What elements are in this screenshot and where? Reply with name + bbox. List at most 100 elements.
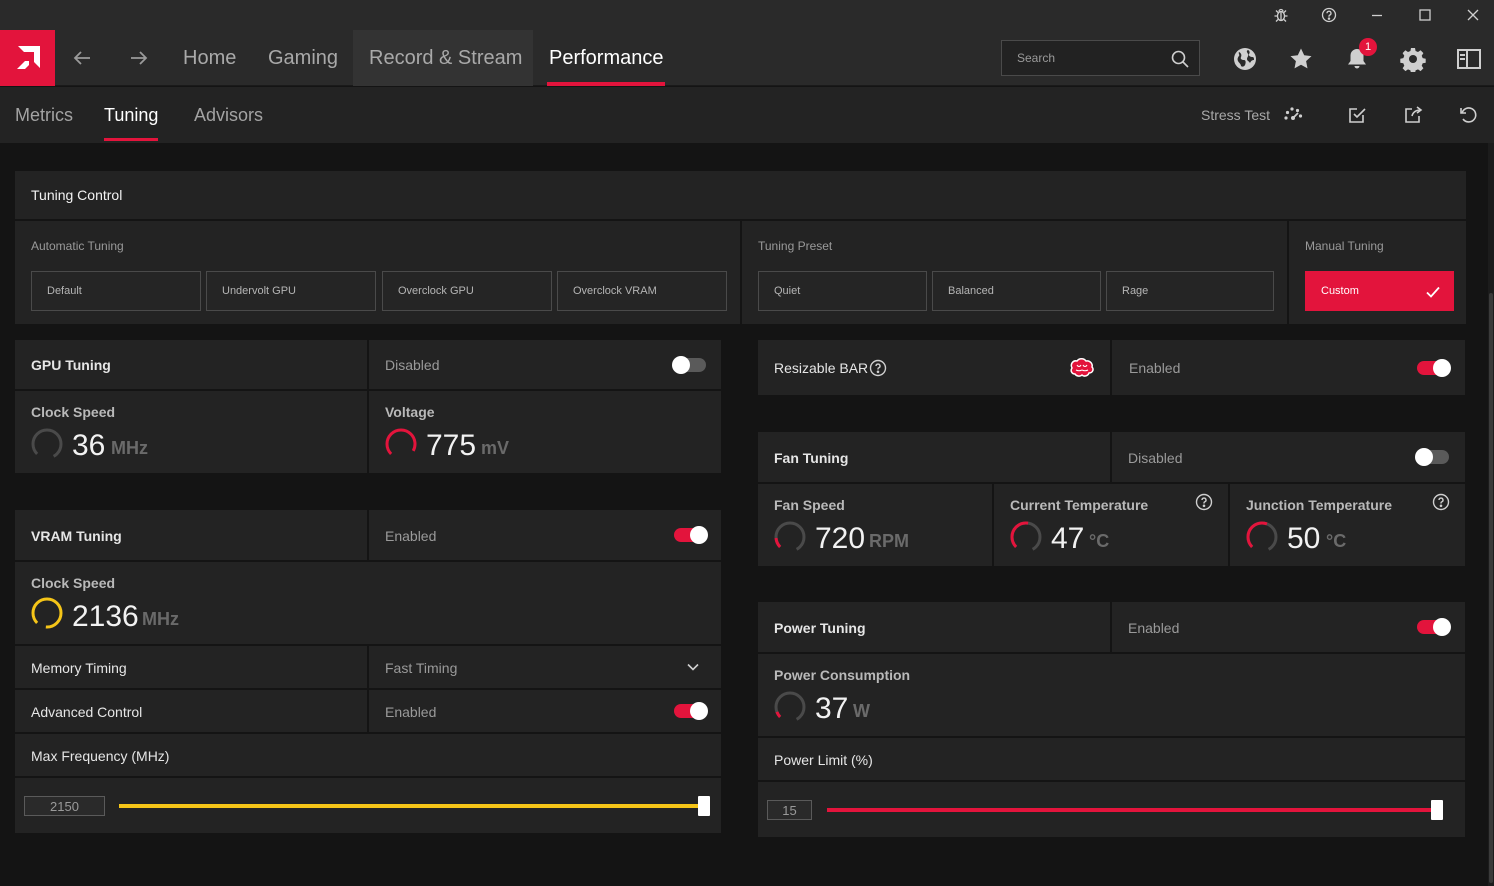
gpu-tuning-title: GPU Tuning (31, 357, 111, 373)
gear-icon[interactable] (1400, 46, 1426, 74)
tab-performance[interactable]: Performance (533, 30, 681, 86)
gpu-voltage-cell: Voltage 775 mV (369, 391, 721, 473)
search-box[interactable] (1001, 40, 1200, 76)
resizable-bar-title: Resizable BAR (774, 360, 869, 376)
custom-button[interactable]: Custom (1305, 271, 1454, 311)
power-tuning-state: Enabled (1128, 620, 1180, 636)
power-limit-header: Power Limit (%) (758, 738, 1465, 780)
subtab-metrics[interactable]: Metrics (15, 87, 73, 143)
vram-tuning-toggle[interactable] (674, 526, 708, 544)
help-icon[interactable] (1195, 493, 1213, 511)
subtab-advisors[interactable]: Advisors (194, 87, 263, 143)
power-limit-slider-thumb[interactable] (1431, 800, 1443, 820)
power-consumption-cell: Power Consumption 37 W (758, 654, 1465, 736)
search-icon[interactable] (1170, 49, 1190, 69)
notification-badge: 1 (1359, 38, 1377, 56)
gpu-tuning-state: Disabled (385, 357, 440, 373)
undervolt-gpu-button[interactable]: Undervolt GPU (206, 271, 376, 311)
max-frequency-slider-thumb[interactable] (698, 796, 710, 816)
reset-icon[interactable] (1457, 104, 1479, 126)
automatic-tuning-label: Automatic Tuning (31, 239, 124, 253)
power-tuning-toggle[interactable] (1417, 618, 1451, 636)
gpu-tuning-toggle[interactable] (672, 356, 706, 374)
forward-arrow-icon[interactable] (127, 46, 151, 70)
vram-tuning-header: VRAM Tuning (15, 510, 367, 560)
tab-home[interactable]: Home (183, 30, 236, 86)
apply-icon[interactable] (1346, 104, 1368, 126)
subtab-tuning-label: Tuning (104, 104, 159, 125)
fan-speed-value: 720 (815, 522, 866, 555)
chevron-down-icon (685, 659, 701, 675)
tab-record-stream-label: Record & Stream (369, 46, 523, 69)
gpu-clock-speed-cell: Clock Speed 36 MHz (15, 391, 367, 473)
balanced-button[interactable]: Balanced (932, 271, 1101, 311)
resizable-bar-toggle-cell: Enabled (1112, 340, 1465, 395)
rage-button[interactable]: Rage (1106, 271, 1274, 311)
power-limit-input[interactable]: 15 (767, 800, 812, 820)
active-subtab-underline (104, 138, 159, 141)
tab-performance-label: Performance (549, 46, 664, 69)
current-temperature-label: Current Temperature (1010, 497, 1149, 513)
close-icon[interactable] (1449, 0, 1494, 30)
vram-tuning-toggle-cell: Enabled (369, 510, 721, 560)
advanced-control-toggle-cell: Enabled (369, 690, 721, 732)
brain-icon (1067, 356, 1097, 380)
default-button[interactable]: Default (31, 271, 201, 311)
fan-tuning-toggle[interactable] (1415, 448, 1449, 466)
gpu-clock-speed-unit: MHz (111, 438, 148, 458)
current-temperature-value: 47 (1051, 522, 1085, 555)
maximize-icon[interactable] (1401, 0, 1449, 30)
subtab-advisors-label: Advisors (194, 104, 264, 125)
resizable-bar-toggle[interactable] (1417, 359, 1451, 377)
help-icon[interactable] (1432, 493, 1450, 511)
bug-icon[interactable] (1257, 0, 1305, 30)
overclock-gpu-button[interactable]: Overclock GPU (382, 271, 552, 311)
custom-button-label: Custom (1321, 285, 1359, 297)
quiet-button[interactable]: Quiet (758, 271, 927, 311)
power-consumption-gauge-icon (774, 691, 806, 723)
tab-gaming[interactable]: Gaming (268, 30, 338, 86)
help-icon[interactable] (1305, 0, 1353, 30)
power-tuning-toggle-cell: Enabled (1112, 602, 1465, 652)
gpu-voltage-unit: mV (481, 438, 510, 458)
vram-clock-gauge-icon (31, 597, 63, 629)
main-nav: Home Gaming Record & Stream Performance … (0, 30, 1494, 86)
back-arrow-icon[interactable] (70, 46, 94, 70)
gpu-voltage-gauge-icon (385, 428, 417, 460)
stress-test-label[interactable]: Stress Test (1201, 107, 1270, 123)
power-limit-label: Power Limit (%) (774, 752, 873, 768)
power-limit-slider-track[interactable] (827, 808, 1437, 812)
amd-logo[interactable] (0, 30, 55, 86)
tuning-preset-panel: Tuning Preset Quiet Balanced Rage (742, 221, 1287, 324)
subtab-tuning[interactable]: Tuning (104, 87, 159, 143)
tuning-control-header: Tuning Control (15, 171, 1466, 219)
vram-tuning-title: VRAM Tuning (31, 528, 122, 544)
power-consumption-unit: W (853, 701, 870, 721)
vram-clock-speed-label: Clock Speed (31, 575, 116, 591)
active-tab-underline (547, 82, 665, 86)
tab-record-stream[interactable]: Record & Stream (353, 30, 533, 86)
memory-timing-label: Memory Timing (31, 660, 127, 676)
gpu-clock-gauge-icon (31, 428, 63, 460)
search-input[interactable] (1017, 51, 1157, 65)
fan-tuning-toggle-cell: Disabled (1112, 432, 1465, 482)
help-icon[interactable] (869, 359, 887, 377)
tuning-preset-label: Tuning Preset (758, 239, 833, 253)
junction-temperature-unit: °C (1326, 531, 1347, 551)
globe-icon[interactable] (1232, 46, 1258, 72)
speedometer-icon[interactable] (1282, 104, 1304, 126)
memory-timing-dropdown[interactable]: Fast Timing (369, 646, 721, 688)
max-frequency-input[interactable]: 2150 (24, 796, 105, 816)
scrollbar-thumb[interactable] (1489, 293, 1493, 883)
max-frequency-slider-track[interactable] (119, 804, 704, 808)
sidebar-panel-icon[interactable] (1456, 46, 1482, 72)
minimize-icon[interactable] (1353, 0, 1401, 30)
manual-tuning-panel: Manual Tuning Custom (1289, 221, 1466, 324)
memory-timing-label-cell: Memory Timing (15, 646, 367, 688)
overclock-vram-button[interactable]: Overclock VRAM (557, 271, 727, 311)
export-icon[interactable] (1402, 104, 1424, 126)
advanced-control-toggle[interactable] (674, 702, 708, 720)
scrollbar-track[interactable] (1488, 143, 1494, 886)
star-icon[interactable] (1288, 46, 1314, 72)
gpu-clock-speed-label: Clock Speed (31, 404, 116, 420)
